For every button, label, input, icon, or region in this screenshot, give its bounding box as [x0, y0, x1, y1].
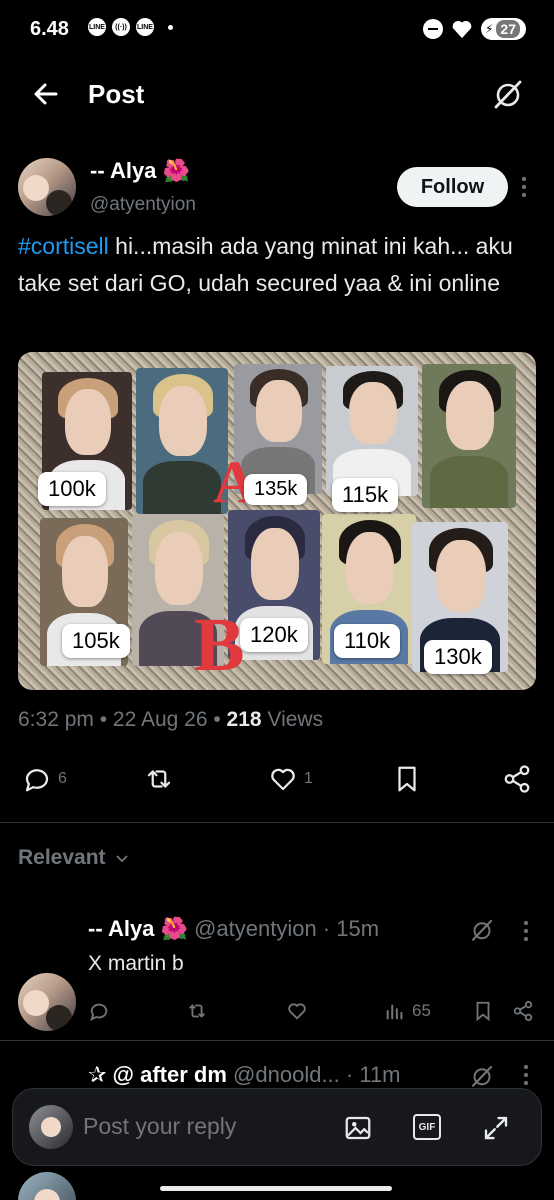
more-options-icon[interactable] [516, 172, 532, 202]
price-tag: 110k [334, 624, 401, 658]
reply-count: 6 [58, 770, 67, 787]
signal-icon: ((·)) [112, 18, 130, 36]
price-tag: 135k [244, 474, 308, 505]
post-image[interactable]: A B 100k 135k 115k 105k 120k 110k 130k [18, 352, 536, 690]
post-meta: 6:32 pm • 22 Aug 26 • 218 Views [18, 708, 324, 731]
share-icon [513, 1000, 533, 1022]
like-button[interactable] [286, 1000, 308, 1022]
reply-icon [90, 1003, 108, 1022]
reply-author-handle[interactable]: @atyentyion [194, 916, 317, 941]
post-text: #cortisell hi...masih ada yang minat ini… [18, 228, 538, 302]
price-tag: 105k [62, 624, 130, 658]
share-button[interactable] [502, 764, 532, 794]
notification-icons: LINE ((·)) LINE [88, 18, 173, 36]
gif-icon[interactable]: GIF [413, 1114, 441, 1140]
expand-icon[interactable] [481, 1113, 511, 1143]
follow-button[interactable]: Follow [397, 167, 508, 207]
reply-sort-label: Relevant [18, 846, 106, 869]
bookmark-icon [476, 1001, 490, 1022]
reply-header: -- Alya 🌺 @atyentyion · 15m [88, 916, 380, 941]
reply-author-handle[interactable]: @dnoold... [233, 1062, 340, 1087]
back-arrow-icon[interactable] [30, 78, 62, 110]
photocard [422, 364, 516, 508]
photocard [326, 366, 418, 496]
heart-icon [288, 1003, 306, 1020]
heart-icon [271, 768, 295, 791]
reply-sort-dropdown[interactable]: Relevant [18, 846, 130, 870]
author-handle[interactable]: @atyentyion [90, 194, 196, 216]
price-tag: 130k [424, 640, 492, 674]
chevron-down-icon [115, 855, 128, 863]
author-name[interactable]: -- Alya 🌺 [90, 158, 190, 184]
analytics-icon [386, 1004, 403, 1020]
reply-button[interactable] [88, 1000, 110, 1022]
bookmark-button[interactable] [392, 764, 422, 794]
more-options-icon[interactable] [518, 916, 534, 946]
status-time: 6.48 [30, 18, 69, 40]
price-tag: 120k [240, 618, 308, 652]
reply-author-name[interactable]: -- Alya 🌺 [88, 916, 188, 941]
reply-text: X martin b [88, 952, 184, 975]
gesture-bar[interactable] [160, 1186, 392, 1191]
share-icon [504, 765, 530, 793]
set-letter-b: B [194, 603, 245, 687]
top-header: Post [0, 60, 554, 128]
repost-icon [147, 770, 171, 788]
grok-icon[interactable] [470, 1064, 494, 1088]
status-bar: 6.48 LINE ((·)) LINE ⚡ 27 [0, 0, 554, 60]
reply-time: 11m [359, 1062, 401, 1087]
bookmark-button[interactable] [472, 1000, 494, 1022]
views-label: Views [267, 708, 324, 731]
image-icon[interactable] [343, 1113, 373, 1143]
reply-header: ✰ @ after dm @dnoold... · 11m [88, 1062, 401, 1087]
my-avatar[interactable] [29, 1105, 73, 1149]
like-button[interactable]: 1 [268, 764, 313, 794]
battery-indicator: ⚡ 27 [480, 18, 526, 40]
repost-button[interactable] [144, 764, 174, 794]
reply-input[interactable] [83, 1113, 313, 1140]
divider [0, 822, 554, 823]
line-app-icon: LINE [88, 18, 106, 36]
price-tag: 100k [38, 472, 106, 506]
battery-level: 27 [496, 20, 520, 38]
line-app-icon-2: LINE [136, 18, 154, 36]
page-title: Post [88, 79, 145, 109]
more-notifications-icon [168, 24, 173, 30]
dnd-icon [422, 19, 443, 39]
reply-views-count: 65 [412, 1001, 431, 1020]
share-button[interactable] [512, 1000, 534, 1022]
reply-button[interactable]: 6 [22, 764, 67, 794]
reply-actions: 65 [0, 996, 554, 1030]
reply-icon [25, 769, 49, 792]
reply-avatar[interactable] [18, 1172, 76, 1200]
repost-icon [189, 1004, 205, 1018]
bookmark-icon [398, 766, 416, 792]
post-time: 6:32 pm [18, 708, 94, 731]
grok-icon[interactable] [492, 78, 524, 110]
more-options-icon[interactable] [518, 1060, 534, 1090]
repost-button[interactable] [186, 1000, 208, 1022]
post-date: 22 Aug 26 [112, 708, 208, 731]
like-count: 1 [304, 770, 313, 787]
wifi-heart-icon [452, 21, 472, 39]
reply-composer: GIF [12, 1088, 542, 1166]
views-count[interactable]: 218 [227, 708, 262, 731]
divider [0, 1040, 554, 1041]
post-actions: 6 1 [0, 758, 554, 802]
author-avatar[interactable] [18, 158, 76, 216]
hashtag-link[interactable]: #cortisell [18, 233, 109, 259]
grok-icon[interactable] [470, 918, 494, 942]
price-tag: 115k [332, 478, 399, 512]
reply-time: 15m [336, 916, 380, 941]
reply-author-name[interactable]: ✰ @ after dm [88, 1062, 227, 1087]
system-icons: ⚡ 27 [422, 18, 526, 40]
views-button[interactable]: 65 [384, 1000, 431, 1022]
